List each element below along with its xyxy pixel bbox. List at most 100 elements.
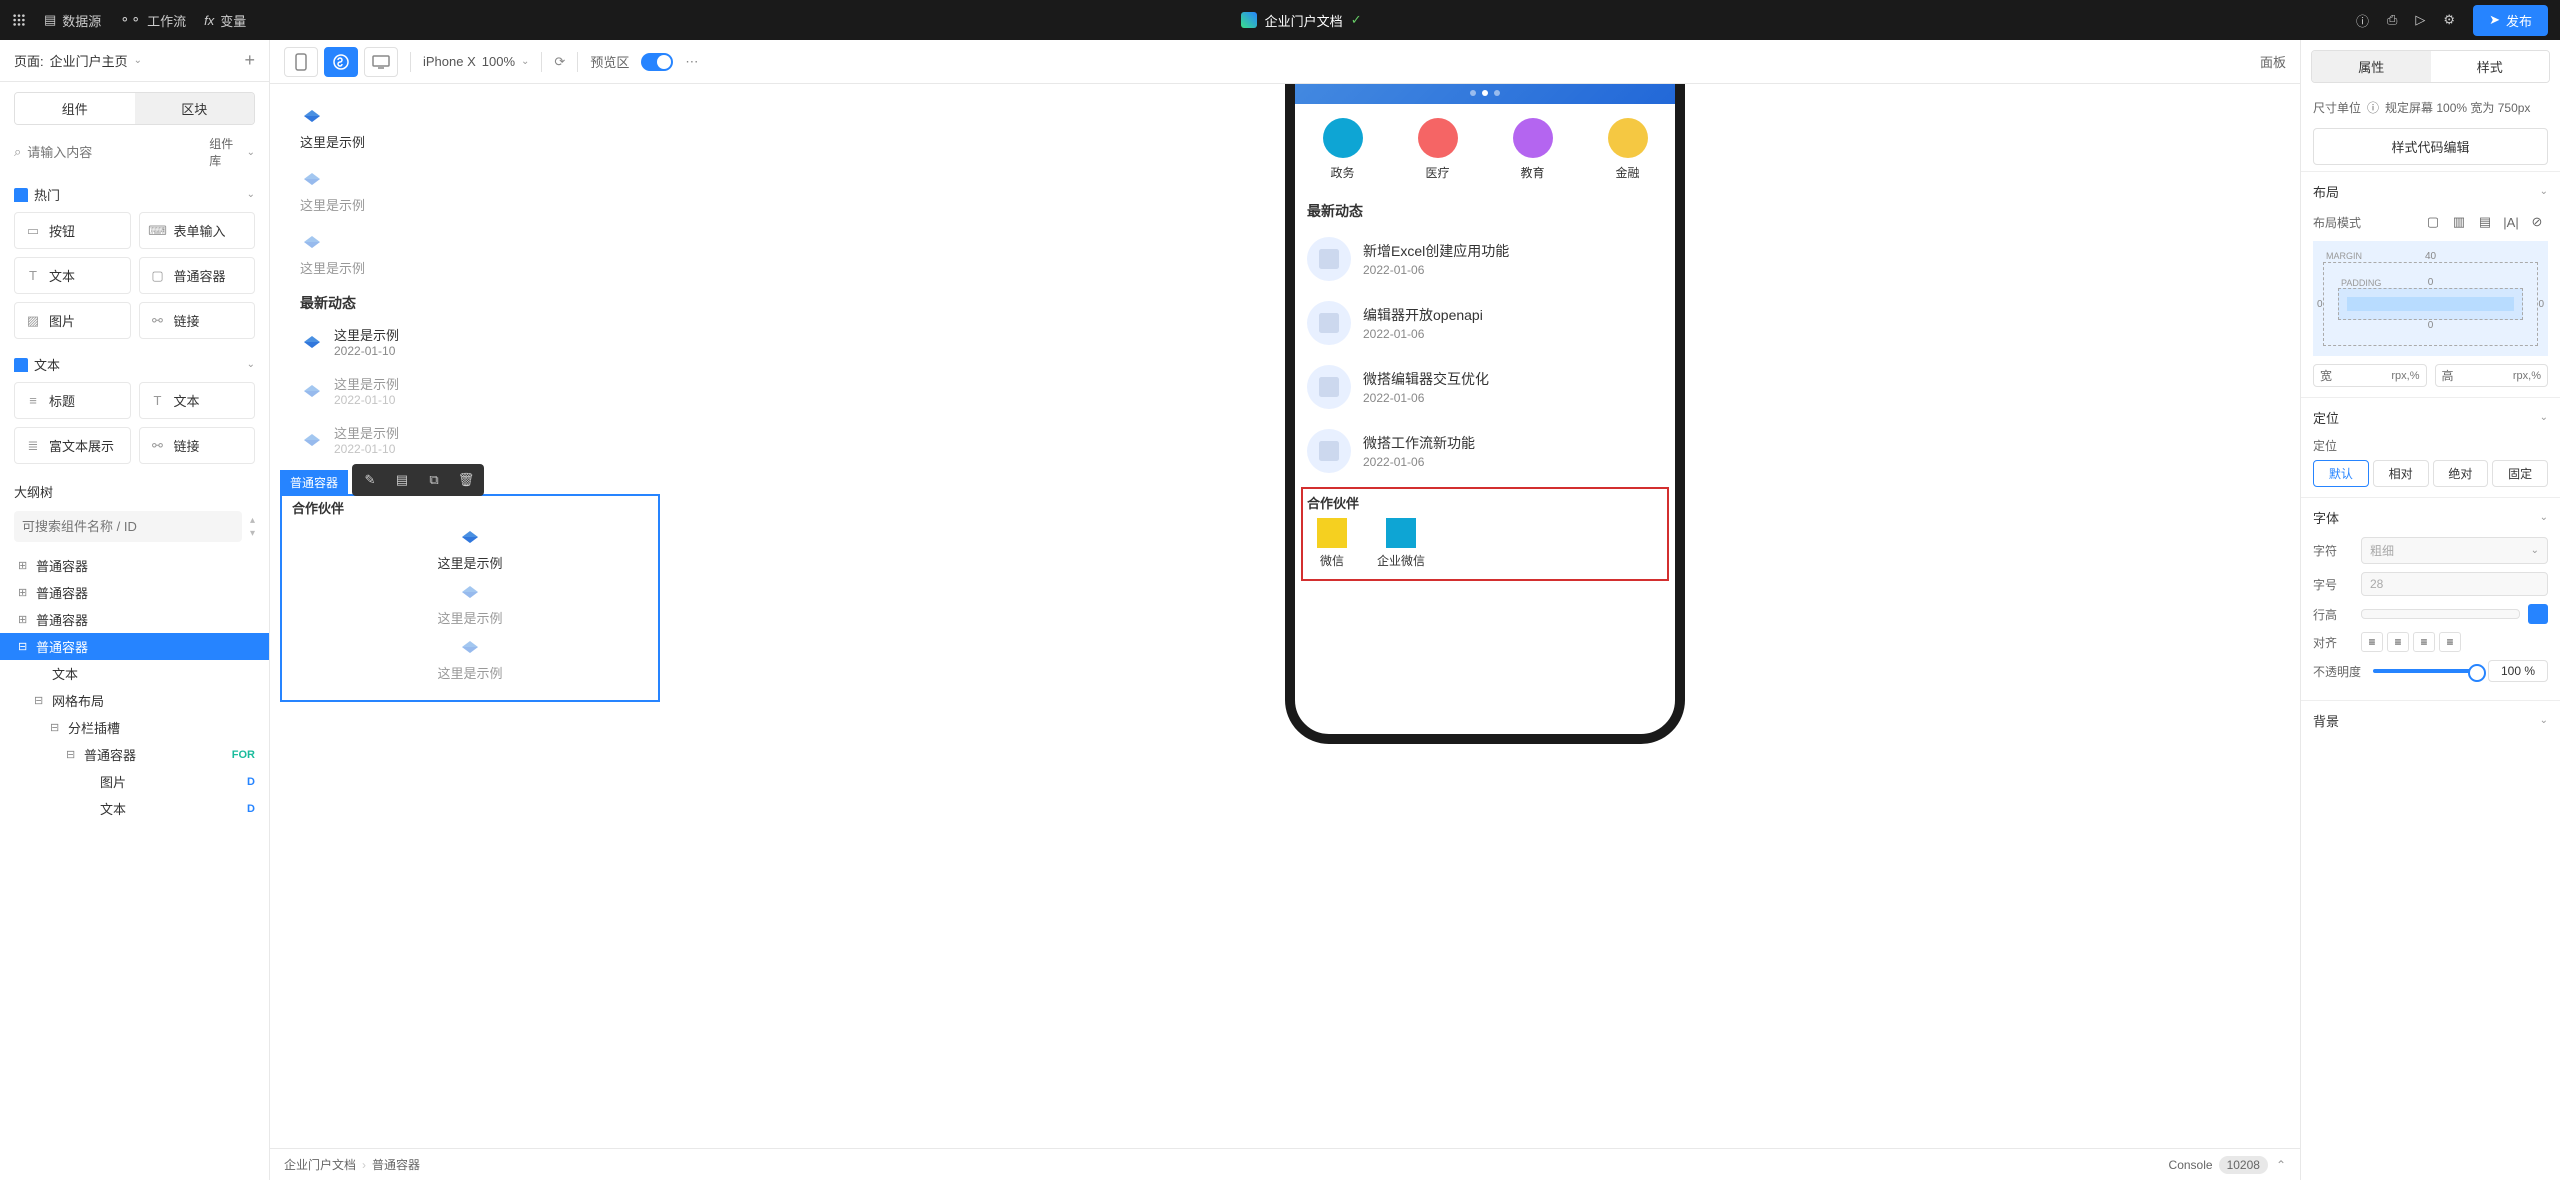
add-page-button[interactable]: + (244, 50, 255, 71)
preview-toggle[interactable] (641, 53, 673, 71)
tree-search-input[interactable] (14, 511, 242, 542)
comp-container[interactable]: ▢普通容器 (139, 257, 256, 294)
pos-relative[interactable]: 相对 (2373, 460, 2429, 487)
phone-preview: 政务医疗教育金融 最新动态 新增Excel创建应用功能2022-01-06编辑器… (1285, 84, 1685, 744)
comp-button[interactable]: ▭按钮 (14, 212, 131, 249)
layout-inline-icon[interactable]: |A| (2500, 211, 2522, 233)
tab-components[interactable]: 组件 (15, 93, 135, 124)
nav-datasource[interactable]: ▤数据源 (44, 11, 101, 30)
tree-row[interactable]: ⊟网格布局 (0, 687, 269, 714)
tree-row[interactable]: ⊞普通容器 (0, 579, 269, 606)
tree-row[interactable]: 图片D (0, 768, 269, 795)
tree-row[interactable]: ⊟分栏插槽 (0, 714, 269, 741)
align-justify-icon[interactable]: ≡ (2439, 632, 2461, 652)
carousel-dots[interactable] (1470, 90, 1500, 96)
comp-image[interactable]: ▨图片 (14, 302, 131, 339)
copy-icon[interactable]: ⧉ (420, 468, 448, 492)
breadcrumb-item[interactable]: 普通容器 (372, 1156, 420, 1173)
comp-text[interactable]: T文本 (14, 257, 131, 294)
opacity-value[interactable]: 100 % (2488, 660, 2548, 682)
width-input[interactable]: 宽 (2313, 364, 2427, 387)
pos-default[interactable]: 默认 (2313, 460, 2369, 487)
slot-icon[interactable]: ▤ (388, 468, 416, 492)
selected-container[interactable]: 普通容器 ✎ ▤ ⧉ 🗑 合作伙伴 这里是示例 这里是示例 这里是示例 (280, 494, 660, 702)
news-item[interactable]: 微搭工作流新功能2022-01-06 (1295, 419, 1675, 483)
collapse-icon[interactable]: ⌄ (2540, 186, 2548, 197)
category-item[interactable]: 金融 (1608, 118, 1648, 181)
font-size-input[interactable]: 28 (2361, 572, 2548, 596)
nav-variable[interactable]: fx变量 (204, 11, 246, 30)
box-model-editor[interactable]: 40 MARGIN 0 PADDING 0 0 0 (2313, 241, 2548, 356)
font-weight-select[interactable]: 粗细⌄ (2361, 537, 2548, 564)
settings-icon[interactable]: ⚙ (2443, 12, 2455, 28)
refresh-icon[interactable]: ⟳ (554, 54, 565, 70)
help-icon[interactable]: ⓘ (2356, 11, 2369, 30)
outline-tree: ⊞普通容器⊞普通容器⊞普通容器⊟普通容器文本⊟网格布局⊟分栏插槽⊟普通容器FOR… (0, 548, 269, 1180)
tree-row[interactable]: ⊞普通容器 (0, 552, 269, 579)
tab-blocks[interactable]: 区块 (135, 93, 255, 124)
comp-form-input[interactable]: ⌨表单输入 (139, 212, 256, 249)
apps-icon[interactable] (12, 13, 26, 27)
panel-label[interactable]: 面板 (2260, 52, 2286, 71)
edit-icon[interactable]: ✎ (356, 468, 384, 492)
tree-row[interactable]: ⊟普通容器 (0, 633, 269, 660)
partner-title: 合作伙伴 (292, 498, 648, 517)
align-right-icon[interactable]: ≡ (2413, 632, 2435, 652)
layout-col-icon[interactable]: ▤ (2474, 211, 2496, 233)
layout-hidden-icon[interactable]: ⊘ (2526, 211, 2548, 233)
comp-link[interactable]: ⚯链接 (139, 302, 256, 339)
pos-fixed[interactable]: 固定 (2492, 460, 2548, 487)
comp-richtext[interactable]: ≣富文本展示 (14, 427, 131, 464)
comp-text2[interactable]: T文本 (139, 382, 256, 419)
tree-row[interactable]: 文本 (0, 660, 269, 687)
breadcrumb-item[interactable]: 企业门户文档 (284, 1156, 356, 1173)
device-mobile-button[interactable] (284, 47, 318, 77)
layout-row-icon[interactable]: ▥ (2448, 211, 2470, 233)
tree-nav-arrows[interactable]: ▴▾ (250, 515, 255, 539)
news-item[interactable]: 微搭编辑器交互优化2022-01-06 (1295, 355, 1675, 419)
component-search-input[interactable] (27, 139, 203, 166)
category-hot[interactable]: 热门 ⌄ (0, 177, 269, 212)
save-icon[interactable]: ⎙ (2387, 12, 2397, 28)
delete-icon[interactable]: 🗑 (452, 468, 480, 492)
color-picker[interactable] (2528, 604, 2548, 624)
news-item[interactable]: 编辑器开放openapi2022-01-06 (1295, 291, 1675, 355)
tab-styles[interactable]: 样式 (2431, 51, 2550, 82)
collapse-icon[interactable]: ⌄ (2540, 715, 2548, 726)
height-input[interactable]: 高 (2435, 364, 2549, 387)
comp-title[interactable]: ≡标题 (14, 382, 131, 419)
info-icon[interactable]: ⓘ (2367, 99, 2379, 116)
news-item[interactable]: 新增Excel创建应用功能2022-01-06 (1295, 227, 1675, 291)
play-icon[interactable]: ▷ (2415, 12, 2425, 28)
collapse-icon[interactable]: ⌄ (2540, 412, 2548, 423)
category-item[interactable]: 医疗 (1418, 118, 1458, 181)
align-left-icon[interactable]: ≡ (2361, 632, 2383, 652)
tree-row[interactable]: 文本D (0, 795, 269, 822)
pos-absolute[interactable]: 绝对 (2433, 460, 2489, 487)
page-selector[interactable]: 页面: 企业门户主页 ⌄ (14, 51, 142, 70)
align-center-icon[interactable]: ≡ (2387, 632, 2409, 652)
publish-button[interactable]: ➤ 发布 (2473, 5, 2548, 36)
chevron-up-icon[interactable]: ⌃ (2276, 1158, 2286, 1172)
device-desktop-button[interactable] (364, 47, 398, 77)
more-icon[interactable]: ⋯ (685, 54, 698, 70)
line-height-input[interactable] (2361, 609, 2520, 619)
tab-props[interactable]: 属性 (2312, 51, 2431, 82)
device-miniapp-button[interactable] (324, 47, 358, 77)
tree-row[interactable]: ⊟普通容器FOR (0, 741, 269, 768)
nav-workflow[interactable]: ⚬⚬工作流 (119, 11, 186, 30)
tree-row[interactable]: ⊞普通容器 (0, 606, 269, 633)
category-text[interactable]: 文本 ⌄ (0, 347, 269, 382)
partner-item[interactable]: 微信 (1317, 518, 1347, 569)
opacity-slider[interactable] (2373, 669, 2480, 673)
comp-link2[interactable]: ⚯链接 (139, 427, 256, 464)
layout-block-icon[interactable]: ▢ (2422, 211, 2444, 233)
library-selector[interactable]: 组件库 ⌄ (209, 135, 255, 169)
console-label[interactable]: Console (2169, 1158, 2213, 1172)
partner-item[interactable]: 企业微信 (1377, 518, 1425, 569)
code-edit-button[interactable]: 样式代码编辑 (2313, 128, 2548, 165)
category-item[interactable]: 政务 (1323, 118, 1363, 181)
category-item[interactable]: 教育 (1513, 118, 1553, 181)
device-zoom-select[interactable]: iPhone X 100% ⌄ (423, 54, 529, 69)
collapse-icon[interactable]: ⌄ (2540, 512, 2548, 523)
